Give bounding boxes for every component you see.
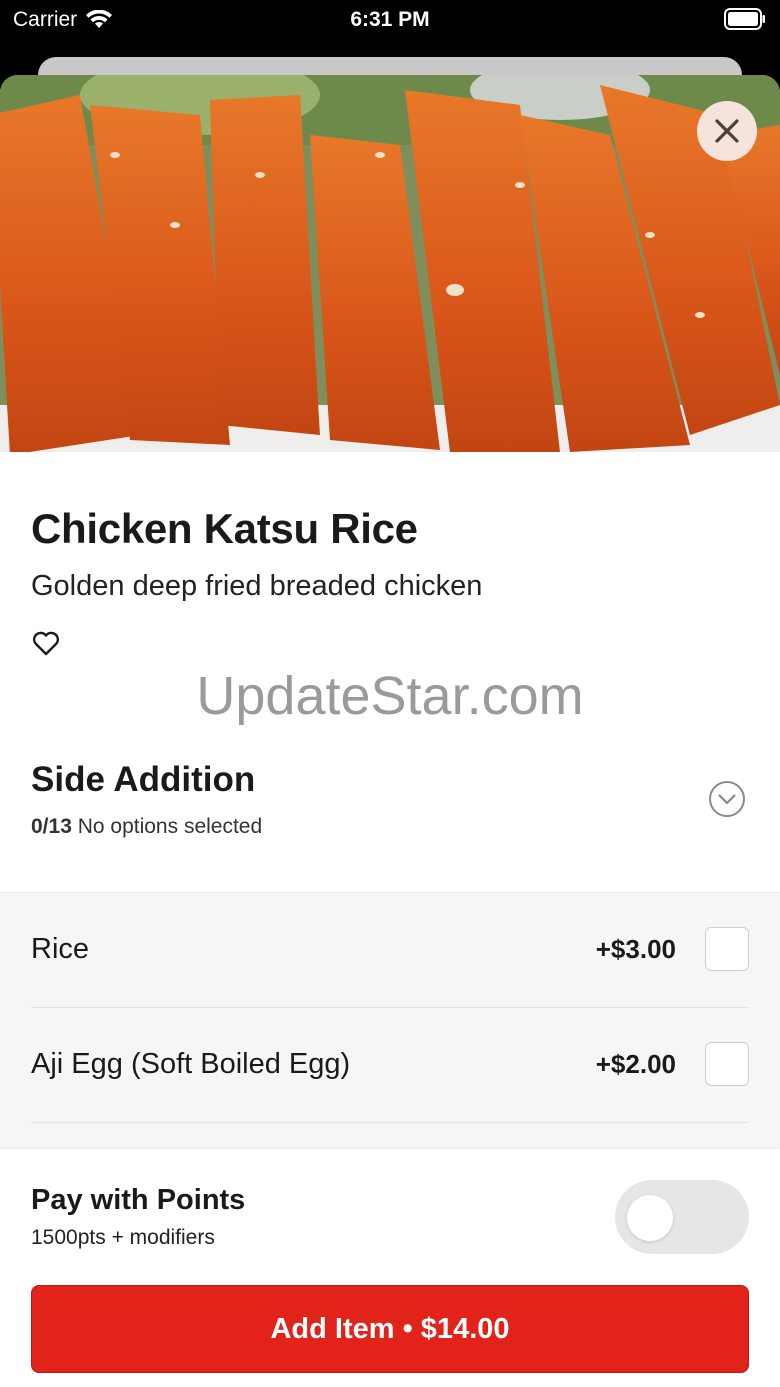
option-row-rice[interactable]: Rice +$3.00 — [0, 893, 780, 1008]
option-checkbox[interactable] — [705, 1042, 749, 1086]
pay-with-points-subtitle: 1500pts + modifiers — [31, 1226, 215, 1249]
side-addition-options: Rice +$3.00 Aji Egg (Soft Boiled Egg) +$… — [0, 892, 780, 1162]
side-addition-status: 0/13 No options selected — [31, 815, 262, 839]
status-bar: Carrier 6:31 PM — [0, 0, 780, 40]
option-price: +$2.00 — [595, 1049, 676, 1079]
toggle-knob — [627, 1195, 673, 1241]
item-description: Golden deep fried breaded chicken — [31, 570, 483, 602]
close-icon — [715, 119, 739, 143]
side-addition-title: Side Addition — [31, 760, 256, 799]
option-price: +$3.00 — [595, 934, 676, 964]
chevron-down-icon[interactable] — [707, 779, 747, 819]
battery-icon — [724, 8, 766, 36]
option-name: Aji Egg (Soft Boiled Egg) — [31, 1048, 351, 1080]
watermark: UpdateStar.com — [196, 666, 584, 726]
pay-with-points-toggle[interactable] — [615, 1180, 749, 1254]
clock: 6:31 PM — [350, 8, 430, 31]
checkout-panel: Pay with Points 1500pts + modifiers Add … — [0, 1149, 780, 1387]
selection-count: 0/13 — [31, 815, 72, 838]
pay-with-points-title: Pay with Points — [31, 1184, 246, 1216]
item-photo — [0, 75, 780, 452]
selection-status: No options selected — [77, 815, 263, 838]
heart-icon[interactable] — [31, 628, 61, 658]
divider — [31, 1122, 749, 1123]
chicken-katsu-image — [0, 75, 780, 452]
option-name: Rice — [31, 933, 90, 965]
close-button[interactable] — [697, 101, 757, 161]
option-row-aji-egg[interactable]: Aji Egg (Soft Boiled Egg) +$2.00 — [0, 1008, 780, 1123]
add-item-button[interactable]: Add Item • $14.00 — [31, 1285, 749, 1373]
item-detail-sheet: Chicken Katsu Rice Golden deep fried bre… — [0, 75, 780, 1387]
option-checkbox[interactable] — [705, 927, 749, 971]
item-title: Chicken Katsu Rice — [31, 505, 418, 552]
